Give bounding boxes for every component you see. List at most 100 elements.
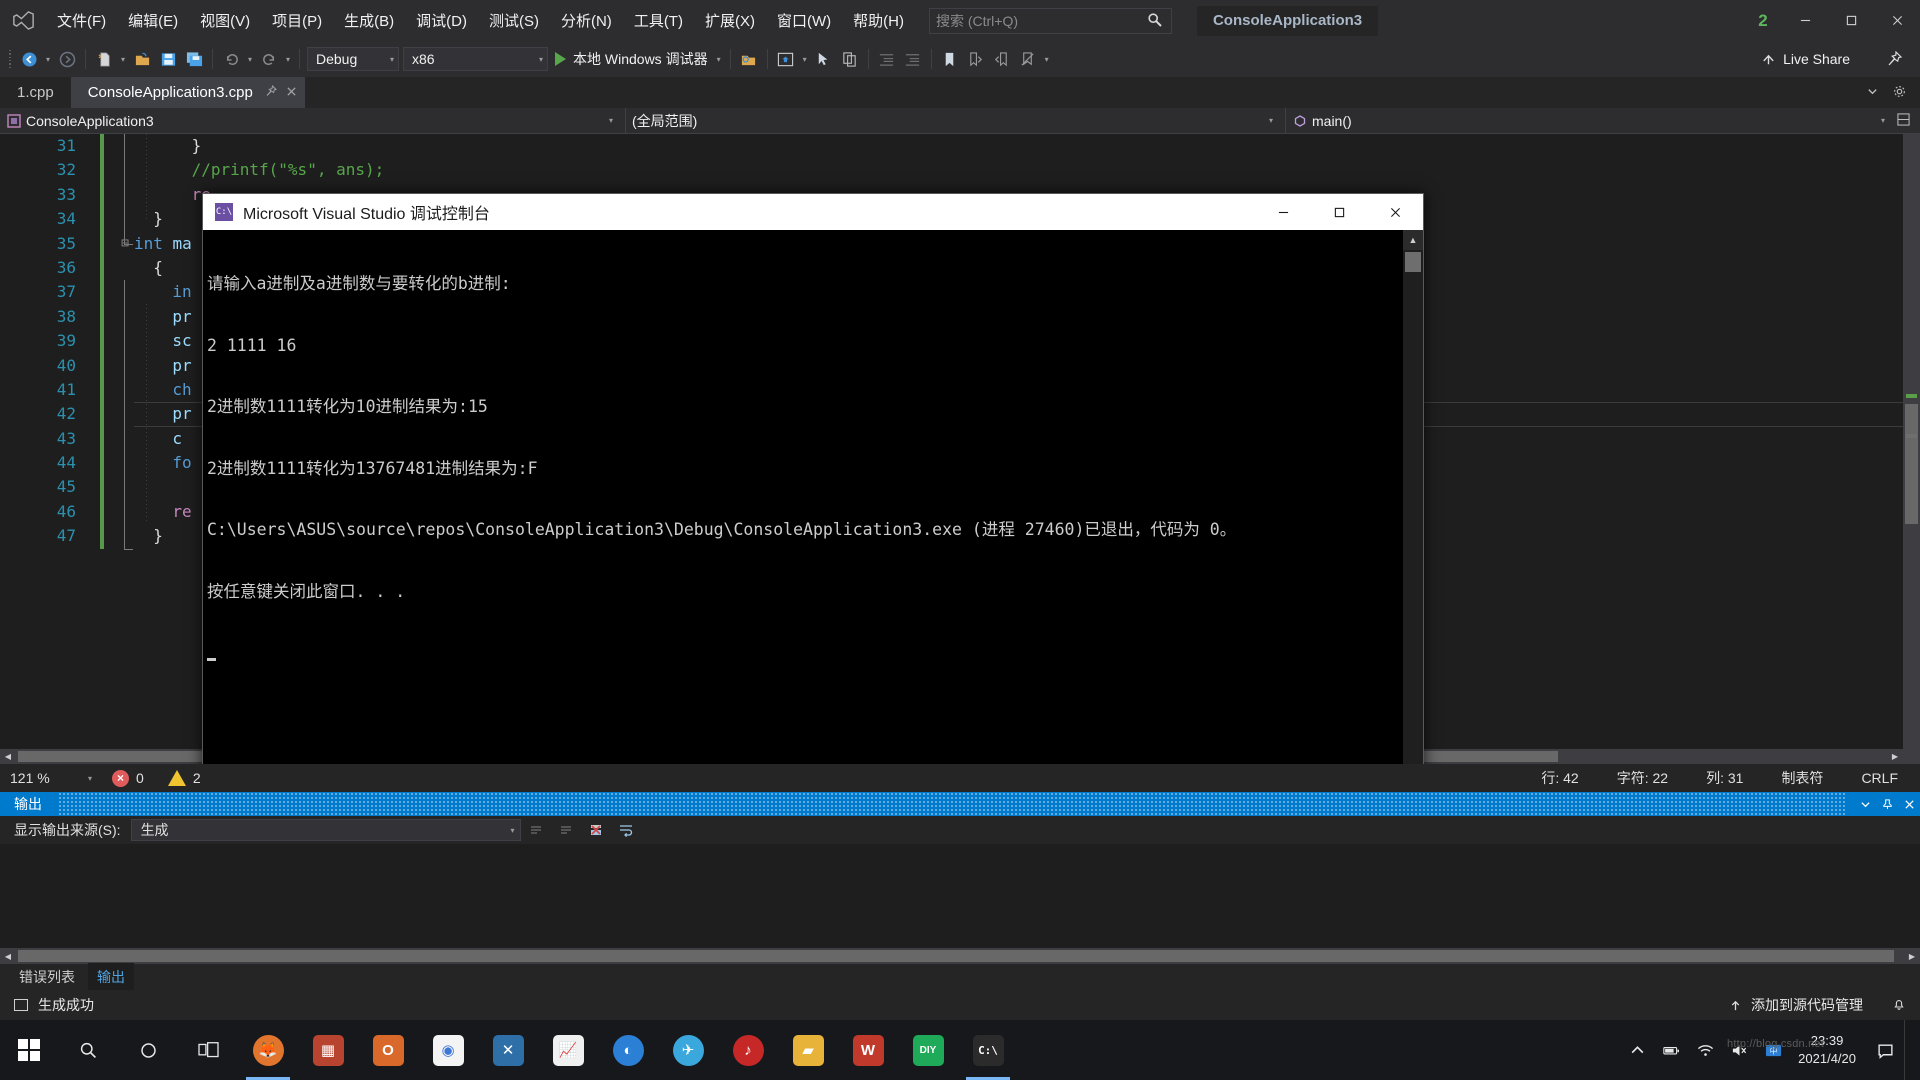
taskbar-search-icon[interactable] [58, 1020, 118, 1080]
live-share-button[interactable]: Live Share [1761, 41, 1850, 77]
start-debugging-button[interactable]: 本地 Windows 调试器 [550, 45, 713, 73]
save-all-icon[interactable] [181, 45, 207, 73]
output-hscroll-thumb[interactable] [18, 950, 1894, 962]
output-toggle-wordwrap-icon[interactable] [611, 818, 641, 842]
zoom-dropdown-icon[interactable]: ▾ [88, 774, 92, 783]
editor-vertical-scrollbar[interactable] [1903, 134, 1920, 764]
hscroll-left-arrow[interactable]: ◀ [0, 749, 16, 764]
error-count[interactable]: × 0 [112, 769, 144, 787]
output-source-combo[interactable]: 生成 ▾ [130, 819, 521, 841]
console-close-button[interactable] [1367, 194, 1423, 230]
debug-console-window[interactable]: C:\ Microsoft Visual Studio 调试控制台 请输入a进制… [202, 193, 1424, 831]
indent-decrease-icon[interactable] [874, 45, 900, 73]
console-title-bar[interactable]: C:\ Microsoft Visual Studio 调试控制台 [203, 194, 1423, 230]
attach-to-process-icon[interactable] [736, 45, 762, 73]
start-debugging-dropdown[interactable]: ▾ [713, 45, 725, 73]
console-output-text[interactable]: 请输入a进制及a进制数与要转化的b进制: 2 1111 16 2进制数1111转… [203, 230, 1403, 830]
navbar-project-combo[interactable]: ConsoleApplication3 ▾ [0, 107, 626, 134]
quick-search-input[interactable]: 搜索 (Ctrl+Q) [928, 7, 1172, 34]
bottom-tab-error-list[interactable]: 错误列表 [10, 963, 84, 991]
taskbar-app-wps[interactable]: W [838, 1020, 898, 1080]
console-scroll-up-arrow[interactable]: ▲ [1403, 230, 1423, 250]
window-close-button[interactable] [1874, 0, 1920, 41]
clear-bookmarks-icon[interactable] [1015, 45, 1041, 73]
next-bookmark-icon[interactable] [963, 45, 989, 73]
navbar-member-combo[interactable]: main() ▾ [1286, 108, 1897, 134]
taskbar-app-visual-studio-console[interactable]: C:\ [958, 1020, 1018, 1080]
preview-window-icon[interactable] [773, 45, 799, 73]
menu-window[interactable]: 窗口(W) [766, 0, 842, 41]
taskbar-app-telegram[interactable]: ✈ [658, 1020, 718, 1080]
source-control-status[interactable]: 添加到源代码管理 [1729, 995, 1906, 1015]
navigate-forward-icon[interactable] [54, 45, 80, 73]
tray-action-center-icon[interactable] [1870, 1020, 1900, 1080]
toolbar-grip[interactable] [6, 49, 16, 69]
window-maximize-button[interactable] [1828, 0, 1874, 41]
tray-battery-icon[interactable] [1656, 1020, 1686, 1080]
taskbar-app-blue[interactable]: ◐ [598, 1020, 658, 1080]
output-hscroll-right-arrow[interactable]: ▶ [1904, 948, 1920, 964]
navigate-back-dropdown[interactable]: ▾ [42, 45, 54, 73]
taskbar-app-netease-music[interactable]: ♪ [718, 1020, 778, 1080]
console-minimize-button[interactable] [1255, 194, 1311, 230]
taskbar-app-firefox[interactable]: 🦊 [238, 1020, 298, 1080]
tray-wifi-icon[interactable] [1690, 1020, 1720, 1080]
console-maximize-button[interactable] [1311, 194, 1367, 230]
editor-settings-icon[interactable] [1893, 85, 1906, 101]
output-clear-all-icon[interactable] [581, 818, 611, 842]
hscroll-right-arrow[interactable]: ▶ [1887, 749, 1903, 764]
solution-configuration-combo[interactable]: Debug ▾ [307, 47, 399, 71]
split-view-icon[interactable] [1897, 112, 1910, 129]
code-line[interactable]: 32 //printf("%s", ans); [0, 158, 1920, 183]
output-horizontal-scrollbar[interactable]: ◀ ▶ [0, 948, 1920, 964]
menu-analyze[interactable]: 分析(N) [550, 0, 623, 41]
start-button[interactable] [0, 1020, 58, 1080]
notification-badge[interactable]: 2 [1744, 0, 1782, 41]
taskbar-app-diy[interactable]: DIY [898, 1020, 958, 1080]
toolbar-overflow-chevron[interactable]: ▾ [1041, 45, 1053, 73]
console-vertical-scrollbar[interactable]: ▲ ▼ [1403, 230, 1423, 830]
menu-test[interactable]: 测试(S) [478, 0, 550, 41]
taskbar-app-charts[interactable]: 📈 [538, 1020, 598, 1080]
tab-close-icon[interactable] [286, 84, 297, 101]
output-pane-text[interactable] [0, 844, 1920, 957]
copy-element-icon[interactable] [837, 45, 863, 73]
new-file-dropdown[interactable]: ▾ [117, 45, 129, 73]
taskbar-app-outlook[interactable]: O [358, 1020, 418, 1080]
select-element-icon[interactable] [811, 45, 837, 73]
navbar-scope-combo[interactable]: (全局范围) ▾ [626, 107, 1286, 134]
tray-input-method-icon[interactable]: 中 [1758, 1020, 1788, 1080]
taskbar-cortana-icon[interactable] [118, 1020, 178, 1080]
save-file-icon[interactable] [155, 45, 181, 73]
tab-consoleapplication3cpp[interactable]: ConsoleApplication3.cpp [70, 77, 305, 108]
toolbar-pin-button[interactable] [1886, 41, 1902, 77]
taskbar-app-chrome[interactable]: ◉ [418, 1020, 478, 1080]
undo-icon[interactable] [218, 45, 244, 73]
menu-edit[interactable]: 编辑(E) [117, 0, 189, 41]
preview-dropdown[interactable]: ▾ [799, 45, 811, 73]
output-hscroll-left-arrow[interactable]: ◀ [0, 948, 16, 964]
warning-count[interactable]: 2 [167, 770, 201, 786]
console-scroll-thumb[interactable] [1405, 252, 1421, 272]
zoom-level-value[interactable]: 121 % [0, 770, 88, 786]
redo-icon[interactable] [256, 45, 282, 73]
output-pane-close-icon[interactable] [1898, 792, 1920, 816]
output-pane-dropdown-icon[interactable] [1854, 792, 1876, 816]
menu-extensions[interactable]: 扩展(X) [694, 0, 766, 41]
menu-file[interactable]: 文件(F) [46, 0, 117, 41]
bottom-tab-output[interactable]: 输出 [88, 963, 134, 991]
new-file-icon[interactable] [91, 45, 117, 73]
solution-platform-combo[interactable]: x86 ▾ [403, 47, 548, 71]
undo-dropdown[interactable]: ▾ [244, 45, 256, 73]
tab-list-dropdown-icon[interactable] [1866, 85, 1879, 101]
output-pane-grip[interactable] [58, 792, 1846, 816]
open-file-icon[interactable] [129, 45, 155, 73]
menu-project[interactable]: 项目(P) [261, 0, 333, 41]
show-desktop-button[interactable] [1904, 1020, 1912, 1080]
navigate-back-icon[interactable] [16, 45, 42, 73]
taskbar-taskview-icon[interactable] [178, 1020, 238, 1080]
prev-bookmark-icon[interactable] [989, 45, 1015, 73]
menu-tools[interactable]: 工具(T) [623, 0, 694, 41]
taskbar-app-vscode[interactable]: ✕ [478, 1020, 538, 1080]
redo-dropdown[interactable]: ▾ [282, 45, 294, 73]
